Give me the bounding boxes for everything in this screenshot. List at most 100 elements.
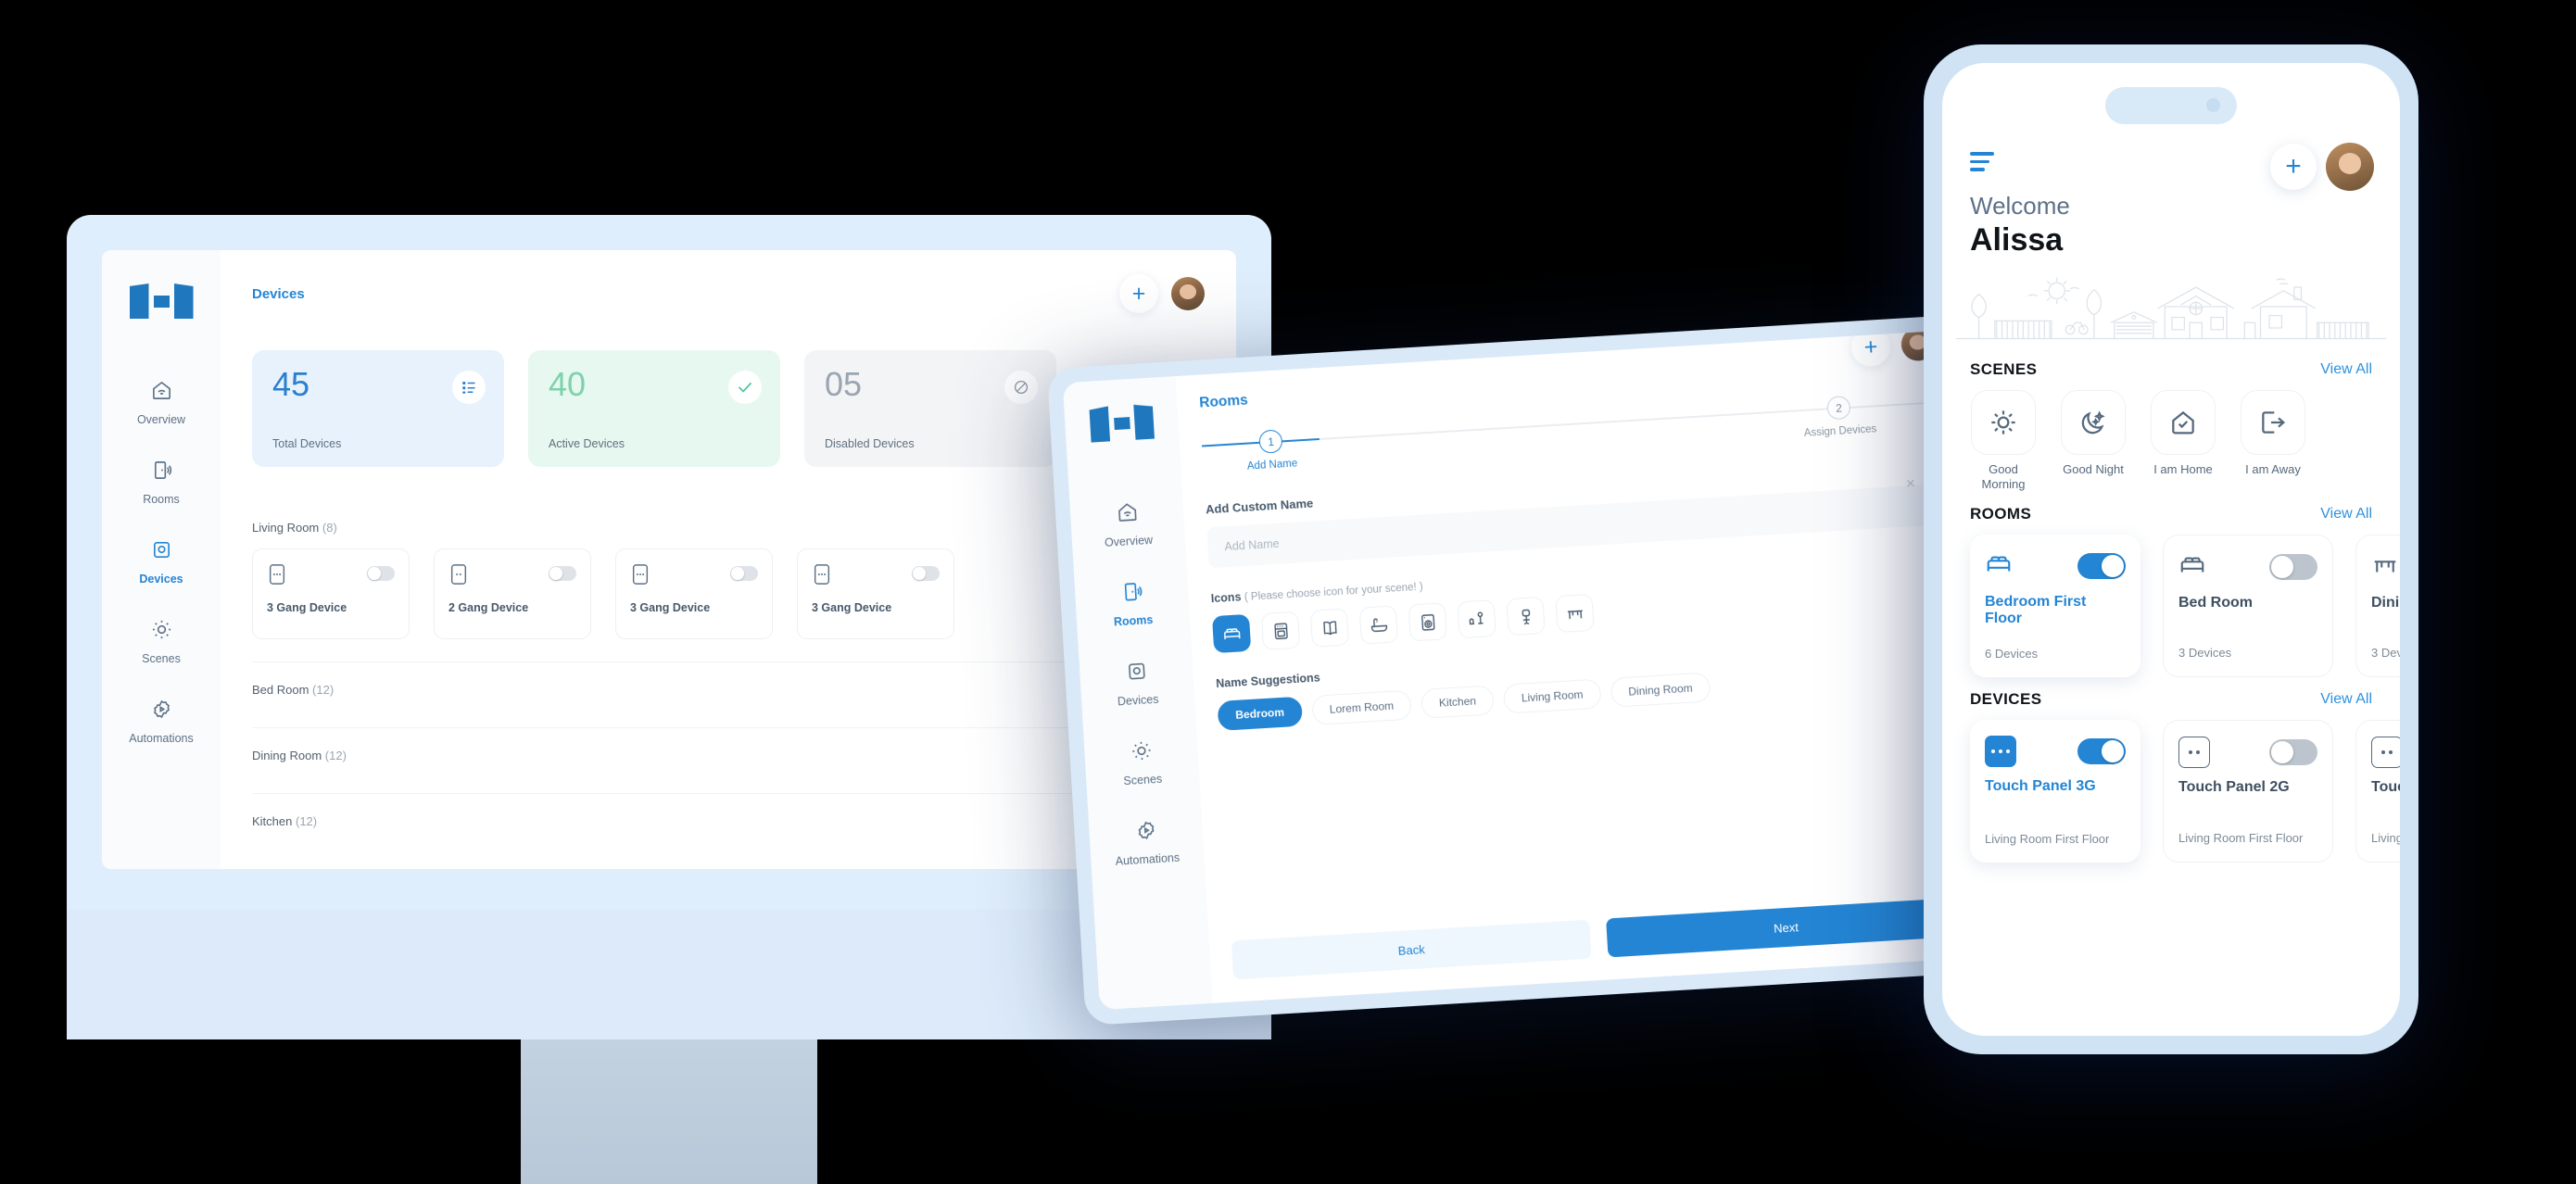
icon-option-bathtub[interactable]: [1358, 605, 1398, 645]
icon-option-washing-machine[interactable]: [1408, 602, 1447, 642]
room-card[interactable]: Bed Room 3 Devices: [2163, 535, 2333, 677]
page-title: Devices: [252, 285, 305, 302]
sidebar-item-scenes[interactable]: Scenes: [102, 619, 221, 665]
icon-option-bed[interactable]: [1211, 613, 1252, 654]
device-toggle[interactable]: [367, 566, 395, 581]
room-count: (12): [312, 683, 335, 697]
sidebar-item-automations[interactable]: Automations: [1089, 816, 1205, 869]
stat-card-disabled-devices[interactable]: 05 Disabled Devices: [804, 350, 1056, 467]
scenes-section-header: SCENES View All: [1970, 360, 2372, 379]
user-name: Alissa: [1970, 221, 2064, 258]
device-toggle[interactable]: [2269, 739, 2317, 765]
sidebar-item-overview[interactable]: Overview: [102, 380, 221, 426]
scene-item-good-night[interactable]: Good Night: [2060, 389, 2127, 493]
block-icon: [1004, 371, 1038, 404]
washing-machine-icon: [1421, 613, 1434, 631]
icon-option-book[interactable]: [1309, 608, 1350, 648]
stat-card-total-devices[interactable]: 45 Total Devices: [252, 350, 504, 467]
avatar[interactable]: [2326, 143, 2374, 191]
section-title: SCENES: [1970, 359, 2038, 378]
device-toggle[interactable]: [2077, 738, 2126, 764]
device-card[interactable]: 3 Gang Device: [797, 548, 954, 639]
room-section-header[interactable]: Bed Room (12): [252, 661, 1205, 713]
suggestion-chip[interactable]: Lorem Room: [1310, 689, 1412, 725]
home-wifi-icon: [151, 380, 172, 406]
device-name: Touch Panel 3G: [1985, 778, 2096, 794]
room-section-header[interactable]: Dining Room (12): [252, 727, 1205, 779]
suggestion-chip[interactable]: Kitchen: [1421, 685, 1495, 719]
suggestion-chip[interactable]: Living Room: [1502, 678, 1602, 714]
rooms-section-header: ROOMS View All: [1970, 505, 2372, 523]
add-room-button[interactable]: +: [1850, 329, 1892, 368]
device-toggle[interactable]: [549, 566, 576, 581]
stat-card-active-devices[interactable]: 40 Active Devices: [528, 350, 780, 467]
device-card[interactable]: 3 Gang Device: [615, 548, 773, 639]
sidebar-item-label: Overview: [1104, 533, 1154, 549]
icon-option-table[interactable]: [1555, 593, 1595, 634]
sidebar-item-overview[interactable]: Overview: [1070, 498, 1186, 551]
device-card[interactable]: 3 Gang Device: [252, 548, 410, 639]
wizard-actions: Back Next: [1231, 897, 1966, 980]
sidebar-item-label: Automations: [129, 732, 194, 745]
sidebar-item-scenes[interactable]: Scenes: [1084, 737, 1200, 789]
room-toggle[interactable]: [2077, 553, 2126, 579]
room-card[interactable]: Dining Room 3 Devices: [2355, 535, 2400, 677]
room-card[interactable]: Bedroom First Floor 6 Devices: [1970, 535, 2140, 677]
back-button[interactable]: Back: [1231, 919, 1592, 980]
scenes-view-all-link[interactable]: View All: [2320, 361, 2372, 378]
sidebar-item-automations[interactable]: Automations: [102, 699, 221, 745]
panel-icon: [1125, 660, 1148, 686]
rooms-section: ROOMS View All Bedroom First Floor 6 Dev…: [1942, 505, 2400, 677]
scene-item-i-am-home[interactable]: I am Home: [2150, 389, 2216, 493]
close-icon[interactable]: ×: [1905, 474, 1915, 494]
office-chair-icon: [1522, 609, 1530, 624]
icon-option-office-chair[interactable]: [1506, 596, 1546, 636]
room-name-placeholder: Add Name: [1224, 536, 1280, 554]
step-assign-devices[interactable]: 2 Assign Devices: [1802, 394, 1877, 439]
sun-icon: [1130, 739, 1153, 766]
icon-option-lamp-sofa[interactable]: [1457, 599, 1496, 639]
next-button[interactable]: Next: [1606, 897, 1966, 958]
sidebar-item-devices[interactable]: Devices: [102, 539, 221, 586]
step-label: Add Name: [1246, 458, 1298, 472]
scene-item-good-morning[interactable]: Good Morning: [1970, 389, 2037, 493]
device-card[interactable]: Touch Panel 2G Living Room First Floor: [2163, 720, 2333, 863]
devices-view-all-link[interactable]: View All: [2320, 691, 2372, 708]
suggestion-chip[interactable]: Bedroom: [1217, 696, 1303, 731]
bed-icon: [1223, 627, 1240, 639]
bed-icon: [2180, 557, 2204, 573]
icon-option-oven[interactable]: [1260, 611, 1301, 650]
device-name: 2 Gang Device: [448, 601, 529, 614]
step-add-name[interactable]: 1 Add Name: [1245, 428, 1298, 472]
sidebar-item-rooms[interactable]: Rooms: [102, 460, 221, 506]
panel-icon: [151, 539, 172, 565]
add-button[interactable]: +: [2270, 144, 2317, 190]
sidebar-item-rooms[interactable]: Rooms: [1075, 578, 1191, 631]
door-icon: [151, 460, 172, 485]
avatar[interactable]: [1171, 277, 1205, 310]
suggestion-chip[interactable]: Dining Room: [1610, 672, 1711, 708]
device-toggle[interactable]: [730, 566, 758, 581]
device-toggle[interactable]: [912, 566, 940, 581]
step-label: Assign Devices: [1803, 423, 1877, 439]
add-device-button[interactable]: +: [1119, 274, 1158, 313]
rooms-view-all-link[interactable]: View All: [2320, 506, 2372, 523]
exit-door-icon: [2241, 389, 2305, 455]
scene-label: I am Away: [2245, 461, 2301, 476]
device-name: 3 Gang Device: [267, 601, 347, 614]
scene-item-i-am-away[interactable]: I am Away: [2240, 389, 2306, 493]
device-card[interactable]: 2 Gang Device: [434, 548, 591, 639]
room-toggle[interactable]: [2269, 554, 2317, 580]
step-number: 1: [1258, 429, 1283, 454]
device-location: Living Room First Floor: [2371, 831, 2400, 845]
device-card[interactable]: Touch Panel 3G Living Room First Floor: [1970, 720, 2140, 863]
gang-3-icon: [814, 564, 830, 585]
device-name: 3 Gang Device: [630, 601, 711, 614]
hamburger-icon[interactable]: [1970, 152, 1994, 171]
sidebar-item-devices[interactable]: Devices: [1080, 658, 1195, 711]
sidebar-item-label: Scenes: [1123, 772, 1163, 788]
device-card[interactable]: Touch Panel 2G Living Room First Floor: [2355, 720, 2400, 863]
gear-play-icon: [151, 699, 172, 724]
icons-hint: ( Please choose icon for your scene! ): [1244, 581, 1424, 604]
room-section-header[interactable]: Kitchen (12): [252, 793, 1205, 845]
